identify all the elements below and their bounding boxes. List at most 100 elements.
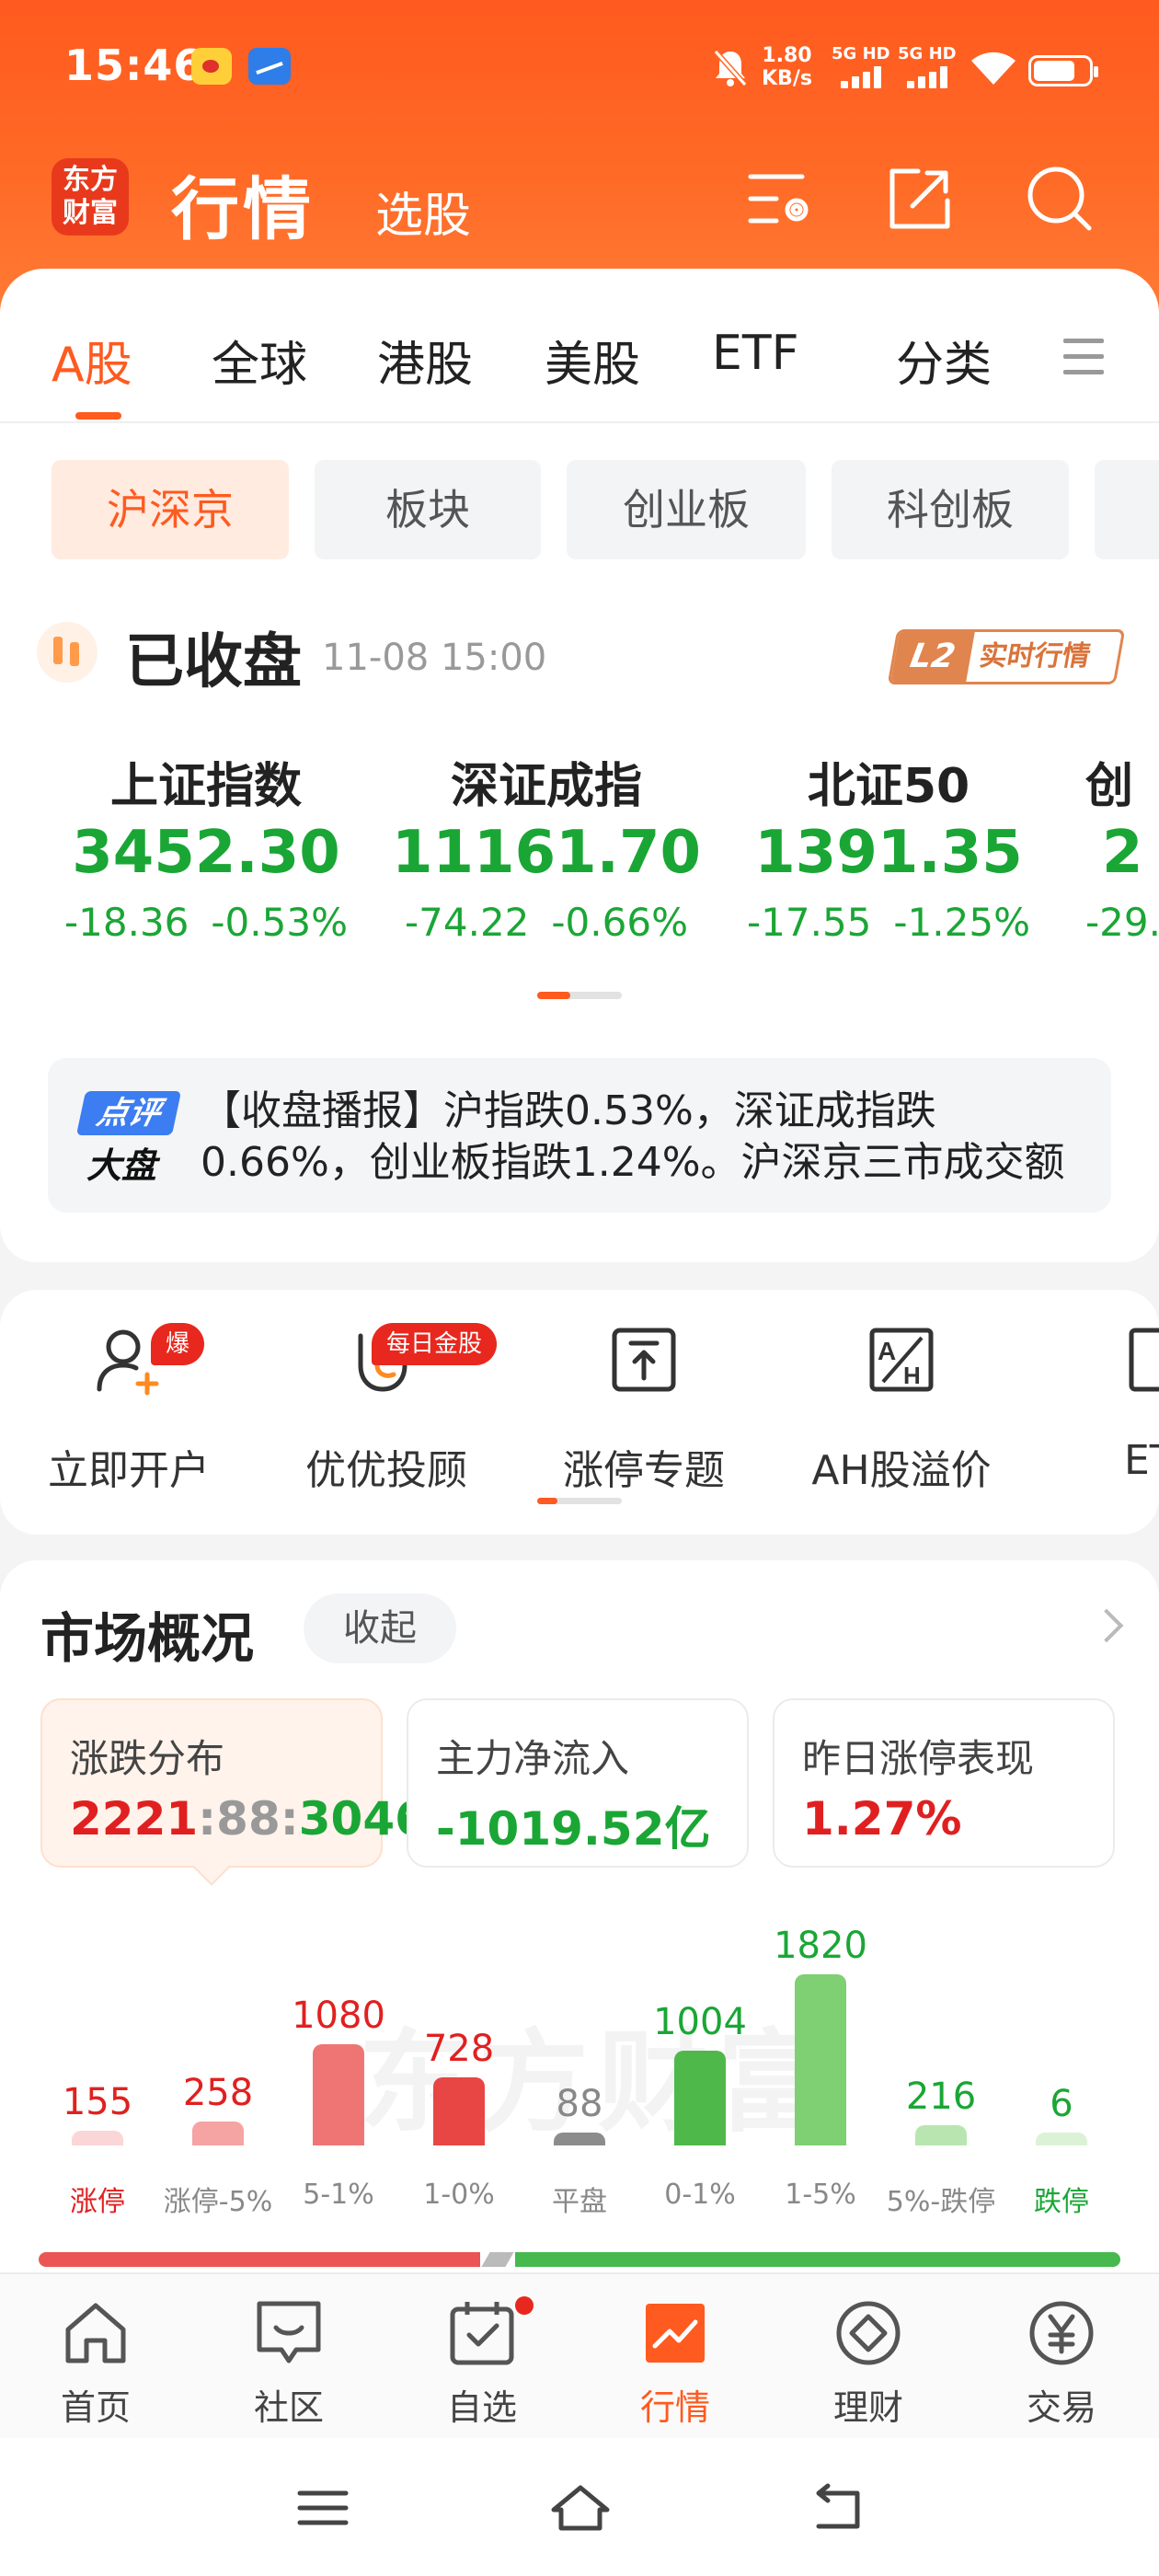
index-change-abs: -74.22: [405, 900, 530, 945]
open-account-shortcut[interactable]: 立即开户 爆: [18, 1323, 239, 1496]
chevron-right-icon[interactable]: [1089, 1608, 1124, 1643]
chart-bar: [915, 2125, 967, 2145]
app-header: 15:46 1.80 KB/s 5G HD 5G HD 东方 财富 行情 选股: [0, 0, 1159, 313]
chart-value-label: 216: [905, 2076, 977, 2118]
candlestick-icon: [37, 622, 98, 683]
chart-bar: [72, 2131, 123, 2145]
market-overview-card: 市场概况 收起 涨跌分布 2221:88:3046 主力净流入 -1019.52…: [0, 1560, 1159, 2296]
index-card[interactable]: 北证50 1391.35 -17.55 -1.25%: [714, 747, 1063, 945]
chart-bar: [674, 2051, 726, 2145]
index-change: -74.22 -0.66%: [372, 900, 721, 945]
nav-watchlist[interactable]: 自选: [399, 2296, 565, 2430]
market-status-row: 已收盘 11-08 15:00 L2 实时行情: [0, 609, 1159, 701]
net-speed-value: 1.80: [762, 44, 812, 67]
chart-bar: [433, 2077, 485, 2145]
index-value: 11161.70: [391, 819, 702, 887]
chip-star[interactable]: 科创板: [832, 460, 1069, 559]
page-title[interactable]: 行情: [171, 155, 315, 253]
advisor-shortcut[interactable]: 优优投顾 每日金股: [276, 1323, 498, 1496]
shortcut-label: 涨停专题: [563, 1447, 725, 1494]
chart-bar: [313, 2044, 364, 2145]
mute-icon: [713, 50, 748, 86]
chip-hs[interactable]: 沪深京: [52, 460, 289, 559]
menu-icon[interactable]: [1063, 339, 1104, 375]
signal-icon: [907, 66, 951, 88]
market-status-time: 11-08 15:00: [322, 637, 547, 679]
index-change-abs: -18.36: [64, 900, 189, 945]
watchlist-icon: [450, 2302, 514, 2365]
nav-label: 自选: [446, 2387, 517, 2428]
yesterday-limitup-card[interactable]: 昨日涨停表现 1.27%: [773, 1698, 1115, 1868]
chart-value-label: 1004: [653, 2001, 747, 2043]
index-carousel: 上证指数 3452.30 -18.36 -0.53% 深证成指 11161.70 …: [0, 747, 1159, 968]
stock-picker-tab[interactable]: 选股: [375, 177, 471, 246]
stat-label: 涨跌分布: [70, 1736, 225, 1781]
shortcut-label: 立即开户: [48, 1447, 210, 1494]
net-inflow-value: -1019.52亿: [436, 1802, 711, 1856]
index-card[interactable]: 创 2 -29.: [1085, 747, 1159, 945]
nav-community[interactable]: 社区: [206, 2296, 372, 2430]
daily-stock-badge: 每日金股: [372, 1323, 498, 1365]
trade-icon: [1029, 2301, 1094, 2365]
app-logo[interactable]: 东方 财富: [52, 158, 129, 236]
nav-home[interactable]: 首页: [13, 2296, 178, 2430]
l2-realtime-badge[interactable]: L2 实时行情: [887, 629, 1126, 684]
flat-count: 88: [216, 1792, 281, 1846]
status-time: 15:46: [64, 40, 204, 90]
ah-premium-shortcut[interactable]: A H AH股溢价: [791, 1323, 1012, 1496]
chart-value-label: 1080: [292, 1995, 385, 2037]
shortcut-bar: 立即开户 爆 优优投顾 每日金股 涨停专题 A H AH股溢价 ET: [0, 1290, 1159, 1535]
chip-chinext[interactable]: 创业板: [567, 460, 806, 559]
index-card[interactable]: 上证指数 3452.30 -18.36 -0.53%: [31, 747, 381, 945]
tab-global[interactable]: 全球: [212, 326, 307, 395]
tab-us[interactable]: 美股: [545, 326, 640, 395]
tab-a-shares[interactable]: A股: [52, 326, 132, 395]
tab-etf[interactable]: ETF: [712, 326, 799, 381]
index-change-pct: -1.25%: [893, 900, 1030, 945]
news-text: 【收盘播报】沪指跌0.53%，深证成指跌0.66%，创业板指跌1.24%。沪深京…: [201, 1087, 1065, 1186]
chart-category-label: 跌停: [1034, 2186, 1089, 2218]
system-home-icon[interactable]: [548, 2480, 613, 2536]
updown-ratio-bar: [39, 2252, 1120, 2267]
shortcut-label: AH股溢价: [811, 1447, 992, 1494]
stat-label: 主力净流入: [436, 1736, 630, 1781]
sub-tabs: 沪深京 板块 创业板 科创板: [0, 460, 1159, 559]
signal-icon: [841, 66, 885, 88]
tab-active-indicator: [75, 412, 121, 420]
limit-up-topic-icon: [612, 1328, 676, 1392]
index-card[interactable]: 深证成指 11161.70 -74.22 -0.66%: [372, 747, 721, 945]
index-name: 创: [1085, 759, 1134, 814]
system-nav-bar: [0, 2438, 1159, 2576]
nav-trade[interactable]: 交易: [979, 2296, 1144, 2430]
updown-distribution-card[interactable]: 涨跌分布 2221:88:3046: [40, 1698, 427, 1868]
market-card: A股 全球 港股 美股 ETF 分类 沪深京 板块 创业板 科创板 已收盘 11…: [0, 269, 1159, 1262]
tab-hk[interactable]: 港股: [377, 326, 473, 395]
hot-badge: 爆: [151, 1323, 205, 1365]
chip-sector[interactable]: 板块: [315, 460, 541, 559]
market-status-label: 已收盘: [125, 628, 302, 696]
ratio-separator: :: [280, 1792, 299, 1846]
limit-up-topic-shortcut[interactable]: 涨停专题: [534, 1323, 754, 1496]
tab-category[interactable]: 分类: [896, 326, 992, 395]
market-news[interactable]: 点评 大盘 【收盘播报】沪指跌0.53%，深证成指跌0.66%，创业板指跌1.2…: [48, 1058, 1111, 1213]
tabs-fade: [855, 305, 892, 397]
watermark: 东方财富: [359, 2019, 837, 2147]
chip-more[interactable]: [1095, 460, 1159, 559]
nav-market[interactable]: 行情: [592, 2296, 758, 2430]
collapse-button[interactable]: 收起: [304, 1593, 456, 1663]
share-icon[interactable]: [885, 164, 955, 234]
etf-shortcut[interactable]: ET: [1049, 1323, 1159, 1484]
settings-list-icon[interactable]: [745, 164, 815, 234]
back-icon[interactable]: [806, 2480, 870, 2536]
nav-label: 交易: [1026, 2387, 1096, 2428]
ratio-separator: :: [198, 1792, 217, 1846]
notification-dot: [515, 2296, 534, 2315]
search-icon[interactable]: [1025, 164, 1095, 234]
recent-apps-icon[interactable]: [291, 2480, 355, 2536]
nav-wealth[interactable]: 理财: [786, 2296, 951, 2430]
chart-bar: [795, 1974, 846, 2145]
nav-label: 理财: [832, 2387, 903, 2428]
news-app-icon: [248, 48, 291, 85]
main-net-inflow-card[interactable]: 主力净流入 -1019.52亿: [407, 1698, 749, 1868]
sim1-label: 5G HD: [832, 44, 890, 63]
